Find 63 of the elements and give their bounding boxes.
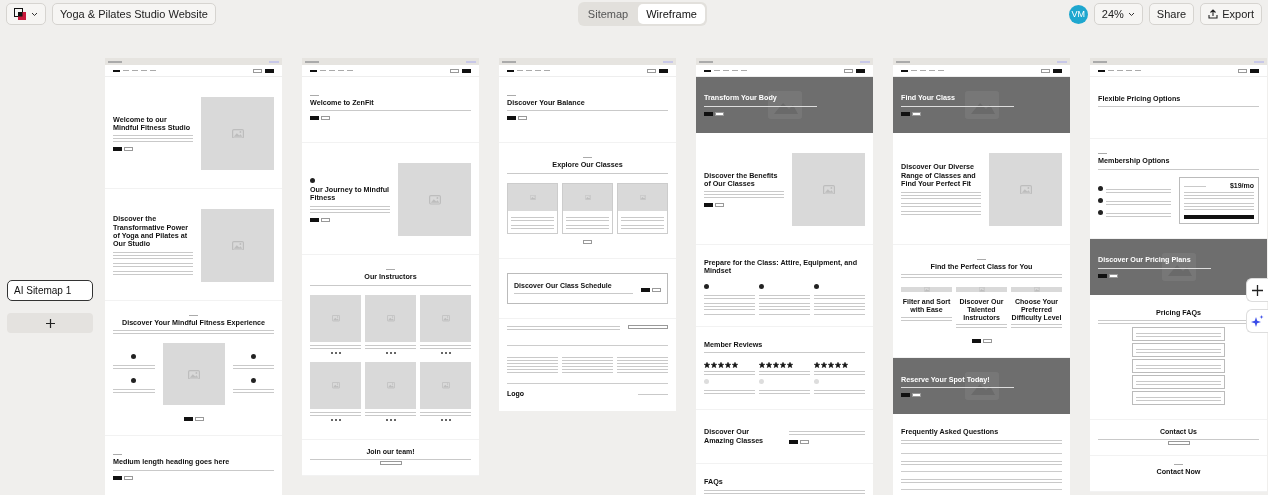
avatar-icon: [814, 379, 819, 385]
placeholder-text: [704, 313, 755, 316]
wireframe-button: [583, 239, 592, 244]
placeholder-text: [1106, 189, 1171, 195]
plus-icon: [45, 318, 55, 328]
wireframe-button: [379, 460, 402, 465]
zoom-dropdown[interactable]: 24%: [1093, 3, 1143, 25]
email-field: [628, 324, 668, 329]
feature-icon: [250, 378, 256, 384]
feature-icon: [310, 178, 315, 183]
placeholder-text: [621, 224, 664, 230]
image-icon: [428, 195, 441, 205]
view-tab[interactable]: Wireframe: [638, 4, 705, 24]
image-icon: [1019, 184, 1032, 195]
project-title-button[interactable]: Yoga & Pilates Studio Website: [52, 3, 216, 25]
sparkle-icon: [1251, 314, 1264, 328]
image-icon: [386, 315, 395, 322]
app-menu-button[interactable]: [6, 3, 46, 25]
caret-icon: [31, 11, 38, 17]
add-button[interactable]: [1246, 278, 1268, 302]
wireframe-page[interactable]: [893, 58, 1070, 495]
image-icon: [441, 315, 450, 322]
caret-icon: [1127, 11, 1135, 17]
image-icon: [386, 382, 395, 389]
avatar-icon: [759, 379, 764, 385]
image-icon: [822, 184, 835, 195]
feature-icon: [704, 283, 709, 289]
image-icon: [978, 287, 985, 293]
image-icon: [187, 369, 200, 380]
feature-icon: [759, 283, 764, 289]
placeholder-text: [759, 313, 810, 316]
view-tab[interactable]: Sitemap: [579, 4, 637, 24]
image-icon: [923, 287, 930, 293]
image-icon: [441, 382, 450, 389]
wireframe-button: [1167, 441, 1190, 446]
image-icon: [529, 195, 536, 200]
image-icon: [584, 195, 591, 200]
image-icon: [331, 382, 340, 389]
placeholder-text: [1106, 213, 1171, 219]
feature-icon: [250, 354, 256, 360]
share-button[interactable]: Share: [1148, 3, 1195, 25]
image-icon: [231, 128, 244, 139]
placeholder-text: [814, 313, 865, 316]
image-icon: [639, 195, 646, 200]
upload-icon: [1208, 9, 1219, 19]
image-icon: [331, 315, 340, 322]
avatar-icon: [704, 379, 709, 385]
feature-icon: [131, 378, 137, 384]
sitemap-name-field[interactable]: AI Sitemap 1: [7, 280, 93, 301]
placeholder-text: [566, 224, 609, 230]
logo-icon: [14, 7, 27, 21]
placeholder-text: [1106, 201, 1171, 207]
feature-icon: [814, 283, 819, 289]
placeholder-text: [511, 216, 554, 222]
placeholder-text: [621, 216, 664, 222]
export-button[interactable]: Export: [1200, 3, 1262, 25]
ai-assist-button[interactable]: [1246, 309, 1268, 333]
feature-icon: [131, 354, 137, 360]
placeholder-text: [511, 224, 554, 230]
placeholder-text: [566, 216, 609, 222]
image-icon: [231, 240, 244, 251]
plus-icon: [1252, 284, 1263, 296]
image-icon: [1033, 287, 1040, 293]
